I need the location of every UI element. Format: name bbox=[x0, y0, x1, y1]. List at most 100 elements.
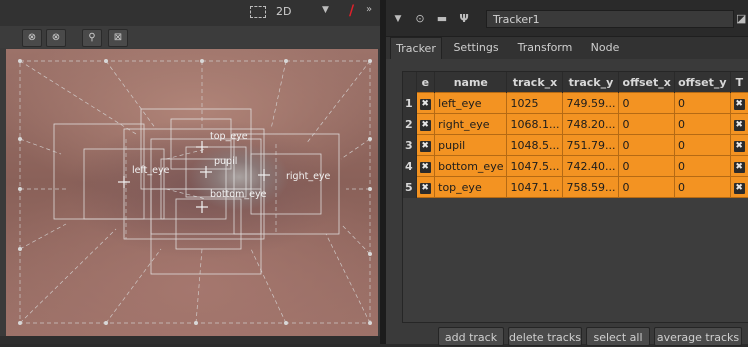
tracks-table-panel[interactable]: e name track_x track_y offset_x offset_y… bbox=[402, 71, 748, 323]
tab-settings[interactable]: Settings bbox=[448, 37, 504, 59]
previous-key-icon[interactable]: ⊗ bbox=[22, 29, 42, 47]
collapse-triangle-icon[interactable]: ▼ bbox=[392, 11, 404, 27]
name-cell[interactable]: left_eye bbox=[434, 92, 508, 114]
t-cell[interactable]: ✖ bbox=[729, 134, 748, 156]
offset-x-cell[interactable]: 0 bbox=[618, 155, 675, 177]
track-y-cell[interactable]: 748.20... bbox=[562, 113, 620, 135]
enable-cell[interactable]: ✖ bbox=[415, 113, 436, 135]
column-header-offset-x[interactable]: offset_x bbox=[618, 72, 675, 93]
add-track-button[interactable]: add track bbox=[438, 327, 504, 346]
column-header-name[interactable]: name bbox=[434, 72, 508, 93]
offset-y-cell[interactable]: 0 bbox=[673, 134, 731, 156]
tracker-overlay[interactable]: top_eye pupil left_eye right_eye bottom_… bbox=[6, 49, 378, 344]
chevron-down-icon[interactable]: ▼ bbox=[322, 5, 329, 15]
column-header-offset-y[interactable]: offset_y bbox=[674, 72, 731, 93]
enabled-checkbox[interactable]: ✖ bbox=[419, 99, 431, 110]
offset-x-cell[interactable]: 0 bbox=[618, 92, 675, 114]
t-checkbox[interactable]: ✖ bbox=[733, 162, 745, 173]
track-x-cell[interactable]: 1047.1... bbox=[506, 176, 564, 198]
offset-x-cell[interactable]: 0 bbox=[618, 134, 675, 156]
average-tracks-button[interactable]: average tracks bbox=[654, 327, 742, 346]
roi-icon[interactable] bbox=[250, 6, 266, 18]
node-name-field[interactable]: Tracker1 bbox=[486, 10, 734, 28]
offset-y-cell[interactable]: 0 bbox=[673, 113, 731, 135]
delete-tracks-button[interactable]: delete tracks bbox=[508, 327, 582, 346]
tab-bar: Tracker Settings Transform Node bbox=[386, 37, 748, 59]
tracker-tab-content: e name track_x track_y offset_x offset_y… bbox=[386, 59, 748, 347]
column-header-e[interactable]: e bbox=[416, 72, 436, 93]
viewer-topbar: 2D ▼ / » bbox=[0, 0, 380, 27]
enable-cell[interactable]: ✖ bbox=[415, 155, 436, 177]
name-cell[interactable]: right_eye bbox=[434, 113, 508, 135]
name-cell[interactable]: pupil bbox=[434, 134, 508, 156]
track-label-top-eye: top_eye bbox=[210, 131, 248, 142]
viewer-bottom-bar bbox=[0, 336, 380, 344]
row-number: 4 bbox=[403, 155, 417, 177]
t-checkbox[interactable]: ✖ bbox=[733, 99, 745, 110]
t-cell[interactable]: ✖ bbox=[729, 155, 748, 177]
enabled-checkbox[interactable]: ✖ bbox=[419, 162, 431, 173]
enabled-checkbox[interactable]: ✖ bbox=[419, 183, 431, 194]
clone-icon[interactable]: ▬ bbox=[434, 11, 450, 27]
enable-cell[interactable]: ✖ bbox=[415, 134, 436, 156]
t-cell[interactable]: ✖ bbox=[729, 92, 748, 114]
transform-icon[interactable]: ⊠ bbox=[108, 29, 128, 47]
track-y-cell[interactable]: 742.40... bbox=[562, 155, 620, 177]
t-checkbox[interactable]: ✖ bbox=[733, 141, 745, 152]
table-row[interactable]: 4 ✖ bottom_eye 1047.5... 742.40... 0 0 ✖ bbox=[403, 155, 748, 177]
track-y-cell[interactable]: 758.59... bbox=[562, 176, 620, 198]
float-icon[interactable]: ◪ bbox=[736, 11, 746, 27]
track-label-pupil: pupil bbox=[214, 156, 237, 167]
viewer-panel[interactable]: 2D ▼ / » ⊗ ⊗ ⚲ ⊠ top_eye pupil left_eye … bbox=[0, 0, 380, 344]
track-buttons: add track delete tracks select all avera… bbox=[386, 327, 748, 347]
name-cell[interactable]: top_eye bbox=[434, 176, 508, 198]
track-label-bottom-eye: bottom_eye bbox=[210, 189, 267, 200]
tracks-table: e name track_x track_y offset_x offset_y… bbox=[403, 72, 748, 198]
row-number: 5 bbox=[403, 176, 417, 198]
name-cell[interactable]: bottom_eye bbox=[434, 155, 508, 177]
t-cell[interactable]: ✖ bbox=[729, 176, 748, 198]
track-label-left-eye: left_eye bbox=[132, 165, 170, 176]
view-mode-label[interactable]: 2D bbox=[276, 5, 291, 18]
table-row[interactable]: 5 ✖ top_eye 1047.1... 758.59... 0 0 ✖ bbox=[403, 176, 748, 198]
eye-icon[interactable]: ⊙ bbox=[412, 11, 428, 27]
track-x-cell[interactable]: 1068.1... bbox=[506, 113, 564, 135]
node-icon[interactable]: Ψ bbox=[456, 11, 472, 27]
next-key-icon[interactable]: ⊗ bbox=[46, 29, 66, 47]
offset-x-cell[interactable]: 0 bbox=[618, 176, 675, 198]
properties-panel: ▼ ⊙ ▬ Ψ Tracker1 ◪ Tracker Settings Tran… bbox=[386, 0, 748, 347]
track-x-cell[interactable]: 1048.5... bbox=[506, 134, 564, 156]
offset-y-cell[interactable]: 0 bbox=[673, 155, 731, 177]
track-x-cell[interactable]: 1047.5... bbox=[506, 155, 564, 177]
tab-node[interactable]: Node bbox=[584, 37, 626, 59]
double-chevron-icon[interactable]: » bbox=[366, 4, 372, 15]
viewer-image[interactable]: top_eye pupil left_eye right_eye bottom_… bbox=[6, 49, 378, 344]
t-checkbox[interactable]: ✖ bbox=[733, 183, 745, 194]
tab-tracker[interactable]: Tracker bbox=[390, 37, 442, 59]
offset-y-cell[interactable]: 0 bbox=[673, 92, 731, 114]
t-checkbox[interactable]: ✖ bbox=[733, 120, 745, 131]
red-slash-icon[interactable]: / bbox=[349, 3, 354, 19]
offset-x-cell[interactable]: 0 bbox=[618, 113, 675, 135]
select-all-button[interactable]: select all bbox=[586, 327, 650, 346]
row-number: 1 bbox=[403, 92, 417, 114]
enable-cell[interactable]: ✖ bbox=[415, 176, 436, 198]
column-header-track-y[interactable]: track_y bbox=[562, 72, 620, 93]
track-x-cell[interactable]: 1025 bbox=[506, 92, 564, 114]
table-row[interactable]: 3 ✖ pupil 1048.5... 751.79... 0 0 ✖ bbox=[403, 134, 748, 156]
enabled-checkbox[interactable]: ✖ bbox=[419, 141, 431, 152]
viewer-toolbar: ⊗ ⊗ ⚲ ⊠ bbox=[0, 26, 380, 48]
enable-cell[interactable]: ✖ bbox=[415, 92, 436, 114]
table-row[interactable]: 2 ✖ right_eye 1068.1... 748.20... 0 0 ✖ bbox=[403, 113, 748, 135]
track-y-cell[interactable]: 749.59... bbox=[562, 92, 620, 114]
row-number: 3 bbox=[403, 134, 417, 156]
offset-y-cell[interactable]: 0 bbox=[673, 176, 731, 198]
column-header-track-x[interactable]: track_x bbox=[506, 72, 564, 93]
t-cell[interactable]: ✖ bbox=[729, 113, 748, 135]
column-header-t[interactable]: T bbox=[730, 72, 748, 93]
track-settings-icon[interactable]: ⚲ bbox=[82, 29, 102, 47]
enabled-checkbox[interactable]: ✖ bbox=[419, 120, 431, 131]
table-row[interactable]: 1 ✖ left_eye 1025 749.59... 0 0 ✖ bbox=[403, 92, 748, 114]
track-y-cell[interactable]: 751.79... bbox=[562, 134, 620, 156]
tab-transform[interactable]: Transform bbox=[510, 37, 580, 59]
